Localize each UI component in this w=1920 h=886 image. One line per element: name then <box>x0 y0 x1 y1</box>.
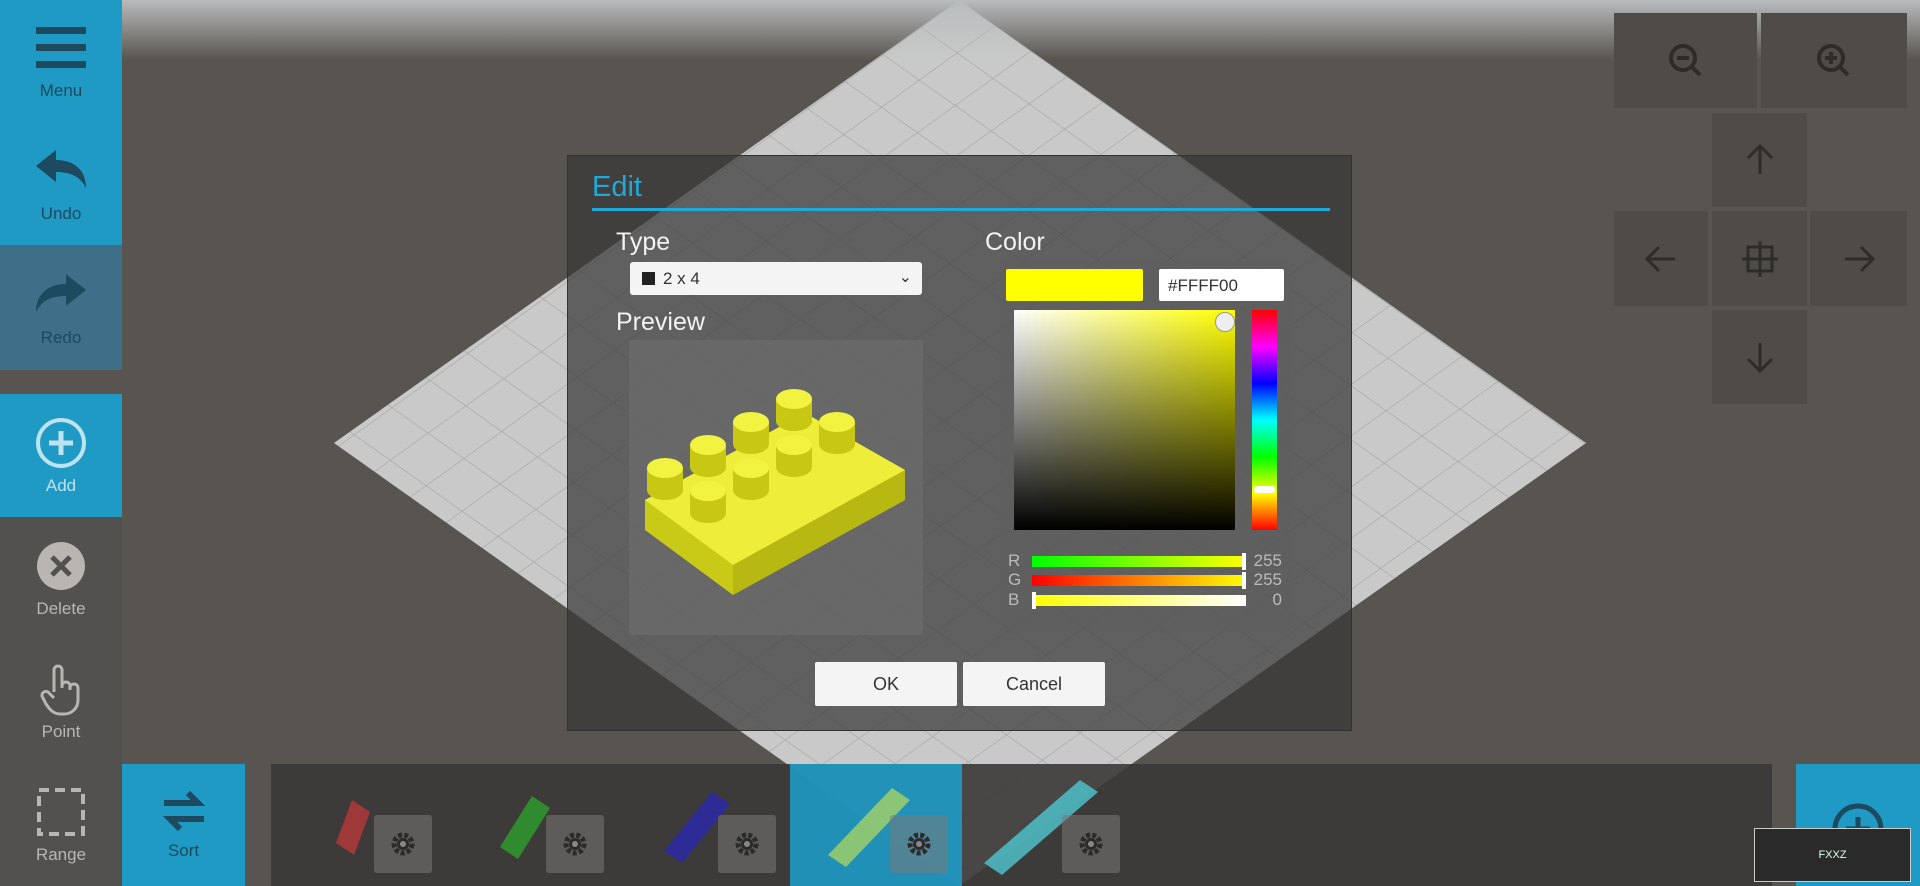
redo-label: Redo <box>40 327 82 347</box>
type-select[interactable]: 2 x 4 ⌄ <box>630 262 922 295</box>
type-color-square-icon <box>642 272 655 285</box>
undo-button[interactable]: Undo <box>0 122 122 245</box>
r-slider[interactable] <box>1032 553 1246 570</box>
menu-button[interactable]: Menu <box>0 0 122 122</box>
sidebar-gap <box>0 370 122 394</box>
brick-stud <box>776 389 812 431</box>
undo-label: Undo <box>40 203 82 223</box>
g-slider[interactable] <box>1032 572 1246 589</box>
gear-icon <box>391 832 415 856</box>
arrow-down-icon <box>1746 343 1773 374</box>
range-label: Range <box>35 844 87 864</box>
r-value: 255 <box>1253 551 1282 570</box>
hand-pointer-icon <box>40 664 80 715</box>
delete-label: Delete <box>36 598 86 618</box>
hue-handle[interactable] <box>1254 486 1275 493</box>
delete-button[interactable]: Delete <box>0 517 122 640</box>
part-settings-button[interactable] <box>718 815 776 873</box>
gear-icon <box>1079 832 1103 856</box>
zoom-in-button[interactable] <box>1761 13 1907 108</box>
brick-stud <box>776 435 812 477</box>
gear-icon <box>735 832 759 856</box>
sv-handle[interactable] <box>1215 312 1235 332</box>
part-settings-button[interactable] <box>890 815 948 873</box>
part-item[interactable] <box>446 764 618 886</box>
pan-left-button[interactable] <box>1614 211 1708 306</box>
edit-dialog: Edit Type 2 x 4 ⌄ Preview Color #FFFF00 … <box>567 155 1352 731</box>
watermark-logo: FXXZ <box>1754 828 1911 882</box>
brick-stud <box>690 481 726 523</box>
redo-icon <box>36 273 86 312</box>
zoom-out-icon <box>1668 43 1701 76</box>
dialog-title: Edit <box>592 171 642 203</box>
swap-arrows-icon <box>162 790 205 832</box>
range-button[interactable]: Range <box>0 763 122 886</box>
brick-stud <box>690 435 726 477</box>
color-label: Color <box>985 228 1045 256</box>
part-item[interactable] <box>618 764 790 886</box>
menu-label: Menu <box>39 81 83 100</box>
arrow-up-icon <box>1746 143 1773 174</box>
hex-input[interactable]: #FFFF00 <box>1159 269 1284 301</box>
color-swatch <box>1006 269 1143 301</box>
b-label: B <box>1008 590 1020 609</box>
type-label: Type <box>616 228 671 256</box>
yellow-brick-2x4-image <box>645 389 905 595</box>
ok-button[interactable]: OK <box>815 662 957 706</box>
undo-icon <box>36 149 86 188</box>
pan-down-button[interactable] <box>1712 310 1807 404</box>
redo-button[interactable]: Redo <box>0 245 122 370</box>
title-divider <box>592 208 1330 211</box>
point-button[interactable]: Point <box>0 640 122 763</box>
add-label: Add <box>45 475 77 495</box>
zoom-out-button[interactable] <box>1614 13 1757 108</box>
part-item[interactable] <box>790 764 962 886</box>
sort-button[interactable]: Sort <box>122 764 245 886</box>
plus-circle-icon <box>36 417 86 468</box>
brick-stud <box>733 412 769 454</box>
hamburger-icon <box>36 27 86 68</box>
sort-label: Sort <box>167 841 200 860</box>
g-label: G <box>1008 570 1022 589</box>
b-slider[interactable] <box>1032 592 1246 609</box>
cancel-button[interactable]: Cancel <box>963 662 1105 706</box>
brick-stud <box>647 458 683 500</box>
gear-icon <box>563 832 587 856</box>
hue-slider[interactable] <box>1252 310 1277 530</box>
arrow-right-icon <box>1844 245 1875 272</box>
part-settings-button[interactable] <box>374 815 432 873</box>
saturation-value-picker[interactable] <box>1014 310 1235 530</box>
preview-label: Preview <box>616 308 705 336</box>
center-view-button[interactable] <box>1712 211 1807 306</box>
part-item[interactable] <box>962 764 1134 886</box>
selection-range-icon <box>37 787 85 836</box>
chevron-down-icon: ⌄ <box>898 269 912 286</box>
brick-stud <box>733 458 769 500</box>
arrow-left-icon <box>1644 245 1675 272</box>
close-circle-icon <box>37 541 85 590</box>
r-label: R <box>1008 551 1021 570</box>
crosshair-icon <box>1741 240 1778 277</box>
add-button[interactable]: Add <box>0 394 122 517</box>
g-value: 255 <box>1253 570 1282 589</box>
type-select-value: 2 x 4 <box>663 268 700 288</box>
brick-stud <box>819 412 855 454</box>
part-settings-button[interactable] <box>1062 815 1120 873</box>
point-label: Point <box>41 721 81 741</box>
gear-icon <box>907 832 931 856</box>
b-value: 0 <box>1272 590 1282 609</box>
brick-preview <box>629 340 923 635</box>
pan-up-button[interactable] <box>1712 113 1807 207</box>
part-item[interactable] <box>274 764 446 886</box>
part-settings-button[interactable] <box>546 815 604 873</box>
pan-right-button[interactable] <box>1810 211 1907 306</box>
zoom-in-icon <box>1817 43 1850 76</box>
